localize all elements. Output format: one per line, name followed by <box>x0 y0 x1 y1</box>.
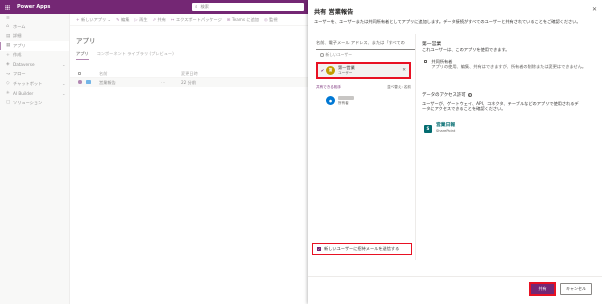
waffle-icon <box>4 4 10 10</box>
selected-user-item[interactable]: ✔ 第 第一営業 ユーザー ✕ <box>316 62 411 79</box>
footer-divider <box>308 276 602 277</box>
suggested-header: 共有できる相手 並べ替え: 名前 <box>316 85 411 90</box>
cancel-button[interactable]: キャンセル <box>560 283 592 295</box>
search-icon: ⌕ <box>195 5 198 10</box>
suggested-user-role: 所有者 <box>338 100 349 105</box>
remove-user-icon[interactable]: ✕ <box>402 68 406 73</box>
sort-dropdown[interactable]: 並べ替え: 名前 <box>387 85 411 90</box>
avatar: ● <box>326 96 335 106</box>
datasource-item: S 営業日報 SharePoint <box>424 123 456 133</box>
new-user-option[interactable]: 新しいユーザー <box>320 52 352 58</box>
checkmark-icon: ✔ <box>320 68 325 73</box>
data-permissions-title: データのアクセス許可 i <box>422 92 472 98</box>
share-panel-title: 共有 営業報告 <box>314 9 354 16</box>
share-button-highlight: 共有 <box>529 282 556 296</box>
add-user-icon <box>320 53 324 57</box>
modal-backdrop[interactable] <box>0 14 308 304</box>
app-name: Power Apps <box>17 4 51 10</box>
send-invite-email-label: 新しいユーザーに招待メールを送信する <box>324 246 400 251</box>
panel-column-divider <box>415 34 416 260</box>
share-button[interactable]: 共有 <box>531 284 554 294</box>
close-icon[interactable]: ✕ <box>592 6 597 13</box>
sharepoint-icon: S <box>424 124 432 133</box>
co-owner-description: アプリの使用、編集、共有はできますが、所有者の削除または変更はできません。 <box>431 64 587 69</box>
people-picker-placeholder: 名前、電子メール アドレス、または「すべての <box>316 40 405 45</box>
checkbox-checked-icon[interactable]: ✓ <box>317 247 321 251</box>
people-picker-input[interactable]: 名前、電子メール アドレス、または「すべての <box>316 38 416 50</box>
co-owner-checkbox[interactable] <box>424 60 428 64</box>
suggested-title: 共有できる相手 <box>316 85 342 89</box>
data-permissions-description: ユーザーが、ゲートウェイ、API、コネクタ、テーブルなどのアプリで使用されるデー… <box>422 101 579 111</box>
permission-user-title: 第一営業 <box>422 42 442 47</box>
datasource-name: 営業日報 <box>436 123 456 128</box>
selected-user-role: ユーザー <box>338 70 353 75</box>
person-icon: ● <box>328 98 333 103</box>
search-placeholder: 検索 <box>200 4 209 9</box>
new-user-label: 新しいユーザー <box>325 52 353 57</box>
redacted-user-name <box>338 96 354 100</box>
share-panel: 共有 営業報告 ✕ ユーザーを、ユーザーまたは共同所有者としてアプリに追加します… <box>308 0 602 304</box>
send-invite-email-option[interactable]: ✓ 新しいユーザーに招待メールを送信する <box>312 243 412 255</box>
suggested-user-item[interactable]: ● 所有者 <box>326 96 354 106</box>
global-search-input[interactable]: ⌕ 検索 <box>192 3 304 11</box>
info-icon[interactable]: i <box>467 93 472 97</box>
share-description: ユーザーを、ユーザーまたは共同所有者としてアプリに追加します。データ接続がすべて… <box>314 19 581 24</box>
datasource-type: SharePoint <box>436 128 456 133</box>
selected-user-name: 第一営業 <box>338 64 355 70</box>
co-owner-option[interactable]: 共同所有者 アプリの使用、編集、共有はできますが、所有者の削除または変更はできま… <box>424 59 591 69</box>
app-launcher-button[interactable] <box>0 0 14 14</box>
avatar: 第 <box>326 66 335 75</box>
data-permissions-label: データのアクセス許可 <box>422 93 466 98</box>
permission-user-description: これユーザーは、このアプリを使用できます。 <box>422 47 510 52</box>
